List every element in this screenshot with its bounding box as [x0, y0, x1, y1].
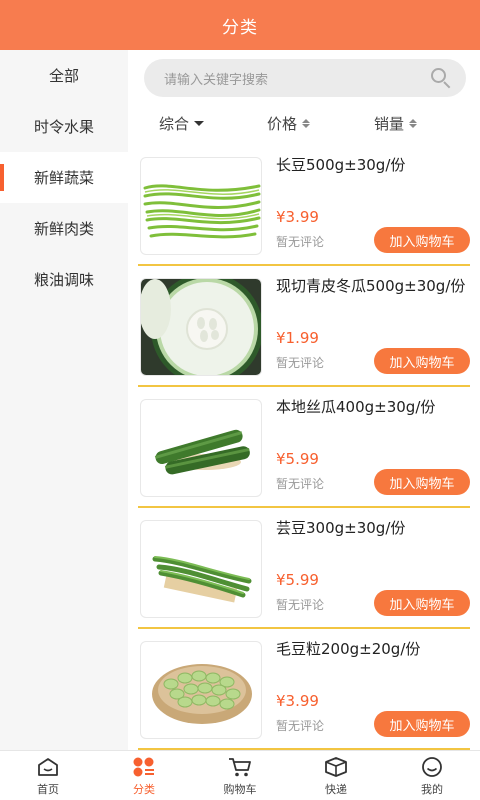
package-icon	[323, 755, 349, 779]
sidebar-item-label: 新鲜蔬菜	[33, 169, 94, 187]
sort-sales[interactable]: 销量	[342, 110, 449, 136]
product-name: 毛豆粒200g±20g/份	[276, 640, 421, 658]
sort-label: 销量	[373, 114, 404, 133]
home-icon	[35, 755, 61, 779]
tab-label: 分类	[133, 782, 155, 796]
product-card[interactable]: 长豆500g±30g/份 ¥3.99 暂无评论 加入购物车	[138, 153, 470, 266]
page-title: 分类	[222, 17, 258, 38]
profile-icon	[419, 755, 445, 779]
add-to-cart-button[interactable]: 加入购物车	[374, 711, 470, 737]
product-price: ¥1.99	[276, 329, 319, 347]
top-bar: 分类	[0, 0, 480, 50]
product-image-long-beans	[140, 157, 262, 255]
sidebar-item-vegetables[interactable]: 新鲜蔬菜	[0, 152, 128, 203]
sidebar-item-all[interactable]: 全部	[0, 50, 128, 101]
sidebar-item-fruit[interactable]: 时令水果	[0, 101, 128, 152]
product-card[interactable]: 现切青皮冬瓜500g±30g/份 ¥1.99 暂无评论 加入购物车	[138, 274, 470, 387]
product-review: 暂无评论	[276, 356, 325, 370]
product-panel: 请输入关键字搜索 综合 价格 销量 长豆500g±30g/份 ¥3.99 暂无评…	[128, 50, 480, 750]
product-review: 暂无评论	[276, 598, 325, 612]
tab-label: 快递	[325, 782, 347, 796]
sidebar-item-label: 全部	[48, 67, 79, 85]
product-review: 暂无评论	[276, 719, 325, 733]
product-name: 芸豆300g±30g/份	[276, 519, 406, 537]
sort-label: 价格	[266, 114, 297, 133]
tab-express[interactable]: 快递	[288, 751, 384, 800]
sort-price[interactable]: 价格	[235, 110, 342, 136]
product-image-luffa	[140, 399, 262, 497]
product-image-edamame	[140, 641, 262, 739]
sort-comprehensive[interactable]: 综合	[128, 110, 235, 136]
product-review: 暂无评论	[276, 477, 325, 491]
product-price: ¥5.99	[276, 571, 319, 589]
tab-label: 购物车	[223, 782, 257, 796]
cart-icon	[227, 755, 253, 779]
tab-category[interactable]: 分类	[96, 751, 192, 800]
product-name: 现切青皮冬瓜500g±30g/份	[276, 277, 466, 295]
search-bar[interactable]: 请输入关键字搜索	[144, 59, 466, 97]
tab-label: 我的	[421, 782, 443, 796]
search-input[interactable]: 请输入关键字搜索	[164, 69, 430, 88]
tab-cart[interactable]: 购物车	[192, 751, 288, 800]
add-to-cart-button[interactable]: 加入购物车	[374, 227, 470, 253]
product-price: ¥3.99	[276, 208, 319, 226]
caret-down-icon	[194, 120, 204, 126]
product-image-winter-melon	[140, 278, 262, 376]
sidebar-item-meat[interactable]: 新鲜肉类	[0, 203, 128, 254]
product-price: ¥5.99	[276, 450, 319, 468]
product-price: ¥3.99	[276, 692, 319, 710]
tab-home[interactable]: 首页	[0, 751, 96, 800]
sidebar-item-label: 新鲜肉类	[33, 220, 94, 238]
search-icon[interactable]	[430, 67, 452, 89]
add-to-cart-button[interactable]: 加入购物车	[374, 348, 470, 374]
add-to-cart-button[interactable]: 加入购物车	[374, 590, 470, 616]
product-review: 暂无评论	[276, 235, 325, 249]
sidebar-item-label: 时令水果	[33, 118, 94, 136]
bottom-tab-bar: 首页 分类 购物车 快递 我的	[0, 750, 480, 800]
product-card[interactable]: 本地丝瓜400g±30g/份 ¥5.99 暂无评论 加入购物车	[138, 395, 470, 508]
add-to-cart-button[interactable]: 加入购物车	[374, 469, 470, 495]
product-image-kidney-beans	[140, 520, 262, 618]
tab-label: 首页	[37, 782, 59, 796]
product-card[interactable]: 毛豆粒200g±20g/份 ¥3.99 暂无评论 加入购物车	[138, 637, 470, 750]
sort-updown-icon	[409, 118, 417, 128]
category-sidebar: 全部 时令水果 新鲜蔬菜 新鲜肉类 粮油调味	[0, 50, 128, 750]
tab-mine[interactable]: 我的	[384, 751, 480, 800]
product-card[interactable]: 芸豆300g±30g/份 ¥5.99 暂无评论 加入购物车	[138, 516, 470, 629]
sidebar-item-grain-oil[interactable]: 粮油调味	[0, 254, 128, 305]
sort-label: 综合	[158, 114, 189, 133]
sort-updown-icon	[302, 118, 310, 128]
product-name: 本地丝瓜400g±30g/份	[276, 398, 436, 416]
sidebar-item-label: 粮油调味	[33, 271, 94, 289]
product-name: 长豆500g±30g/份	[276, 156, 406, 174]
sort-bar: 综合 价格 销量	[128, 110, 480, 136]
category-icon	[131, 755, 157, 779]
